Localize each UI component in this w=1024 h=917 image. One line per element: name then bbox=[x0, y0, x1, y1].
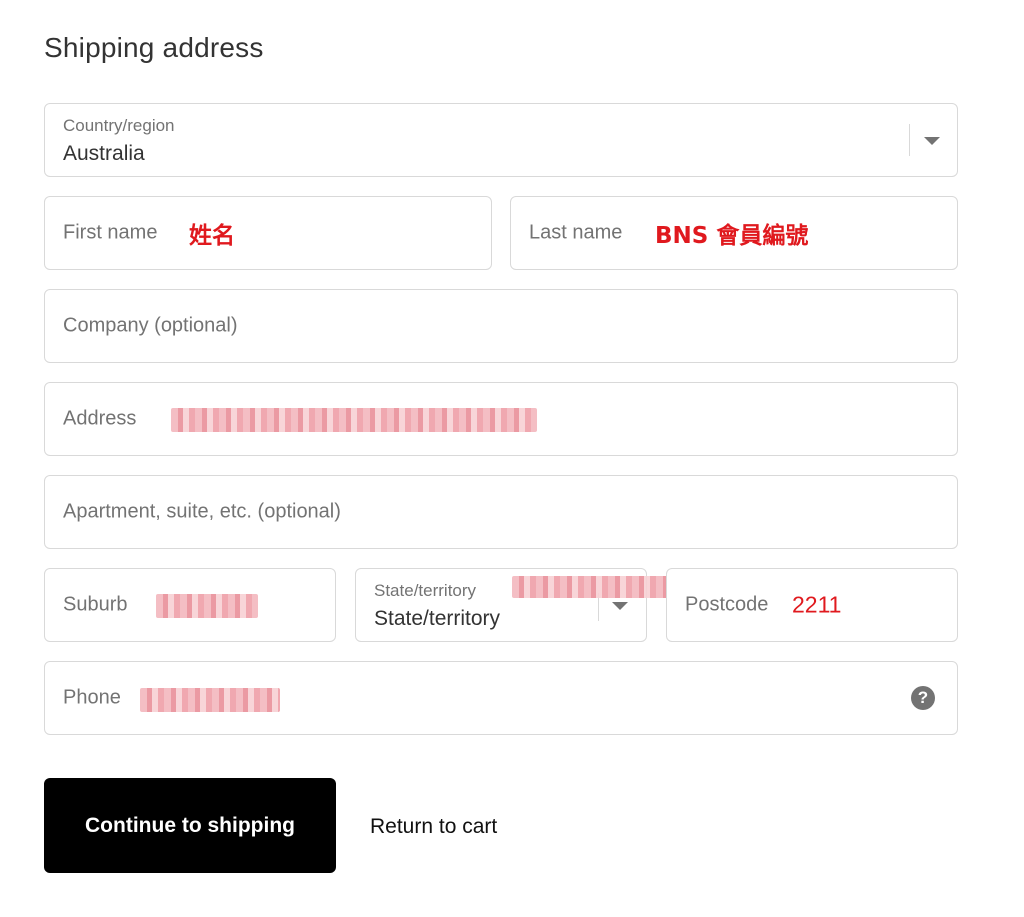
return-to-cart-link[interactable]: Return to cart bbox=[370, 815, 497, 839]
country-label: Country/region bbox=[63, 116, 175, 135]
postcode-field[interactable]: Postcode 2211 bbox=[666, 568, 958, 642]
continue-to-shipping-button[interactable]: Continue to shipping bbox=[44, 778, 336, 873]
last-name-annotation: BNS 會員編號 bbox=[655, 223, 809, 249]
phone-field[interactable]: Phone ? bbox=[44, 661, 958, 735]
redacted-phone bbox=[140, 688, 280, 712]
company-placeholder: Company (optional) bbox=[63, 314, 238, 337]
first-name-placeholder: First name bbox=[63, 221, 158, 244]
last-name-placeholder: Last name bbox=[529, 221, 623, 244]
company-field[interactable]: Company (optional) bbox=[44, 289, 958, 363]
page-title: Shipping address bbox=[44, 32, 264, 63]
chevron-down-icon bbox=[924, 137, 940, 145]
select-divider bbox=[909, 124, 910, 156]
last-name-field[interactable]: Last name BNS 會員編號 bbox=[510, 196, 958, 270]
chevron-down-icon bbox=[612, 602, 628, 610]
redacted-suburb bbox=[156, 594, 258, 618]
question-circle-icon[interactable]: ? bbox=[911, 686, 935, 710]
apartment-field[interactable]: Apartment, suite, etc. (optional) bbox=[44, 475, 958, 549]
state-label: State/territory bbox=[374, 581, 477, 600]
first-name-field[interactable]: First name 姓名 bbox=[44, 196, 492, 270]
apartment-placeholder: Apartment, suite, etc. (optional) bbox=[63, 500, 341, 523]
address-field[interactable]: Address bbox=[44, 382, 958, 456]
address-placeholder: Address bbox=[63, 407, 137, 430]
country-select[interactable]: Country/region Australia bbox=[44, 103, 958, 177]
redacted-address bbox=[171, 408, 537, 432]
country-value: Australia bbox=[63, 142, 145, 165]
first-name-annotation: 姓名 bbox=[189, 223, 235, 249]
suburb-field[interactable]: Suburb bbox=[44, 568, 336, 642]
postcode-placeholder: Postcode bbox=[685, 593, 769, 616]
suburb-placeholder: Suburb bbox=[63, 593, 128, 616]
state-value: State/territory bbox=[374, 607, 501, 630]
postcode-value: 2211 bbox=[792, 591, 842, 618]
phone-placeholder: Phone bbox=[63, 686, 121, 709]
